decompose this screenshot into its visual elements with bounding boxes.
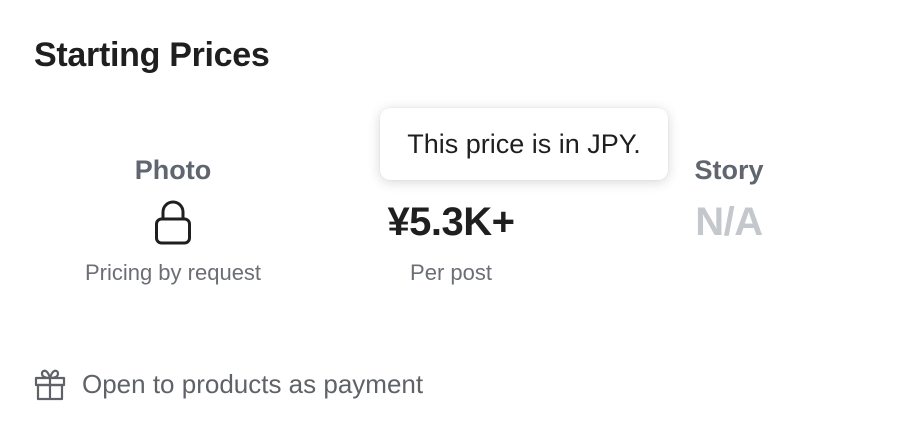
section-title: Starting Prices <box>34 36 270 74</box>
gift-icon <box>34 369 66 401</box>
payment-note: Open to products as payment <box>34 362 423 406</box>
price-photo-label: Photo <box>134 155 212 185</box>
payment-text: Open to products as payment <box>82 368 424 399</box>
price-story-value: N/A <box>695 199 763 244</box>
price-post-value[interactable]: ¥5.3K+ <box>311 196 591 248</box>
price-photo-value <box>33 196 313 248</box>
currency-tooltip: This price is in JPY. <box>380 108 668 180</box>
price-photo: Photo Pricing by request <box>33 150 313 288</box>
price-photo-sub: Pricing by request <box>84 260 262 285</box>
lock-icon <box>155 200 191 245</box>
price-post-sub: Per post <box>410 260 492 285</box>
